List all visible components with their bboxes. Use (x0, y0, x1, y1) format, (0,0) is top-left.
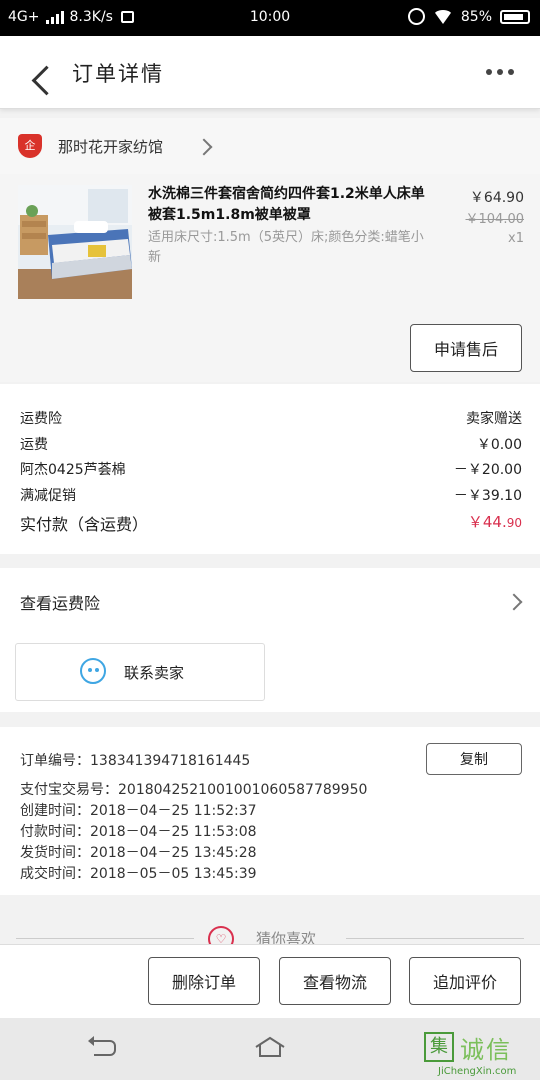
created-time: 创建时间：2018－04－25 11:52:37 (20, 803, 257, 819)
battery-fill (504, 13, 523, 20)
watermark-text: 诚信 (460, 1036, 512, 1064)
fee-value: －￥39.10 (453, 488, 522, 504)
total-label: 实付款（含运费） (20, 515, 149, 534)
status-right: 85% (407, 8, 530, 25)
status-bar: 4G+ 8.3K/s 10:00 85% (0, 0, 540, 36)
product-original-price: ￥104.00 (465, 212, 525, 227)
battery-icon (500, 9, 530, 24)
chat-face-icon (80, 658, 106, 684)
more-dots-icon (486, 69, 492, 75)
fee-row-shipping: 运费 ￥0.00 (20, 434, 522, 454)
view-insurance-label: 查看运费险 (20, 594, 101, 613)
battery-percent: 85% (460, 8, 492, 25)
alarm-icon (407, 8, 425, 25)
app-header: 订单详情 (0, 36, 540, 109)
nav-home-icon[interactable] (254, 1036, 286, 1058)
fee-value: ￥0.00 (476, 437, 522, 453)
bedding-image (18, 185, 132, 299)
fee-row-insurance: 运费险 卖家赠送 (20, 408, 522, 428)
fee-label: 满减促销 (20, 488, 76, 504)
view-logistics-button[interactable]: 查看物流 (279, 957, 391, 1005)
back-arrow-icon (31, 65, 62, 96)
wifi-icon (432, 9, 453, 24)
fee-label: 阿杰0425芦荟棉 (20, 462, 126, 478)
fee-row-coupon: 阿杰0425芦荟棉 －￥20.00 (20, 459, 522, 479)
product-title[interactable]: 水洗棉三件套宿舍简约四件套1.2米单人床单被套1.5m1.8m被单被罩 (148, 184, 428, 226)
completed-time: 成交时间：2018－05－05 13:45:39 (20, 866, 257, 882)
total-value: ￥44.90 (468, 511, 522, 535)
product-quantity: x1 (508, 231, 524, 246)
divider (346, 938, 524, 939)
shop-logo-icon: 企 (18, 134, 42, 158)
fee-row-total: 实付款（含运费） ￥44.90 (20, 511, 522, 535)
fee-label: 运费 (20, 437, 48, 453)
more-menu-button[interactable] (478, 58, 522, 86)
alipay-trade-number: 支付宝交易号：2018042521001001060587789950 (20, 782, 368, 798)
product-thumbnail[interactable] (18, 185, 132, 299)
delete-order-button[interactable]: 删除订单 (148, 957, 260, 1005)
shop-name[interactable]: 那时花开家纺馆 (58, 136, 163, 157)
product-spec: 适用床尺寸:1.5m（5英尺）床;颜色分类:蜡笔小新 (148, 230, 424, 265)
product-price: ￥64.90 (469, 190, 524, 206)
divider (16, 938, 194, 939)
fee-label: 运费险 (20, 411, 62, 427)
add-review-button[interactable]: 追加评价 (409, 957, 521, 1005)
total-value-cents: 90 (506, 516, 522, 530)
total-value-main: ￥44. (467, 513, 507, 531)
fee-summary: 运费险 卖家赠送 运费 ￥0.00 阿杰0425芦荟棉 －￥20.00 满减促销… (0, 384, 540, 554)
fee-row-discount: 满减促销 －￥39.10 (20, 485, 522, 505)
paid-time: 付款时间：2018－04－25 11:53:08 (20, 824, 257, 840)
watermark-url: JiChengXin.com (438, 1066, 517, 1077)
fee-value: －￥20.00 (453, 462, 522, 478)
order-number: 订单编号：138341394718161445 (20, 753, 251, 769)
after-sale-button[interactable]: 申请售后 (410, 324, 522, 372)
fee-value: 卖家赠送 (466, 411, 522, 427)
back-button[interactable] (10, 46, 62, 98)
shipped-time: 发货时间：2018－04－25 13:45:28 (20, 845, 257, 861)
contact-seller-label: 联系卖家 (124, 664, 185, 682)
copy-button[interactable]: 复制 (426, 743, 522, 775)
nav-back-icon[interactable] (88, 1036, 116, 1056)
watermark-logo: 集 (424, 1032, 454, 1062)
page-title: 订单详情 (72, 62, 164, 86)
